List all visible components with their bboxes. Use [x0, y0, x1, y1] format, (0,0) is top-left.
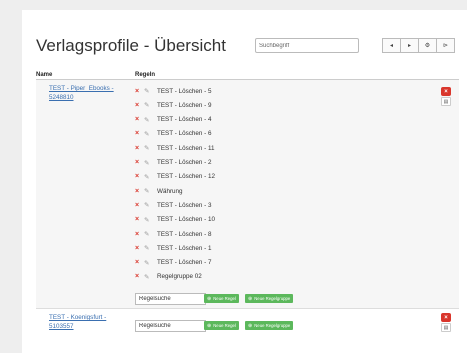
edit-rule-icon[interactable]: ✎ — [144, 259, 157, 267]
rule-item: × ✎ TEST - Löschen - 6 — [135, 129, 211, 139]
delete-profile-button[interactable]: × — [441, 313, 451, 322]
close-icon: × — [444, 314, 448, 321]
edit-rule-icon[interactable]: ✎ — [144, 244, 157, 252]
delete-rule-icon[interactable]: × — [135, 88, 144, 95]
delete-rule-icon[interactable]: × — [135, 188, 144, 195]
rule-item: × ✎ TEST - Löschen - 9 — [135, 100, 211, 110]
column-header-name: Name — [36, 72, 53, 78]
rule-item: × ✎ TEST - Löschen - 8 — [135, 229, 211, 239]
new-group-label: Neue Regelgruppe — [254, 296, 291, 301]
trash-button[interactable]: ▤ — [441, 323, 451, 332]
edit-rule-icon[interactable]: ✎ — [144, 173, 157, 181]
rule-label: TEST - Löschen - 9 — [157, 101, 212, 109]
edit-rule-icon[interactable]: ✎ — [144, 273, 157, 281]
rule-label: TEST - Löschen - 7 — [157, 259, 212, 267]
new-group-label: Neue Regelgruppe — [254, 323, 291, 328]
rule-item: × ✎ Regelgruppe 02 — [135, 272, 202, 282]
rule-label: TEST - Löschen - 10 — [157, 216, 215, 224]
open-button[interactable]: ⊳ — [436, 38, 455, 53]
delete-rule-icon[interactable]: × — [135, 259, 144, 266]
rule-item: × ✎ TEST - Löschen - 3 — [135, 200, 211, 210]
trash-button[interactable]: ▤ — [441, 97, 451, 106]
plus-circle-icon: ⊕ — [207, 322, 212, 329]
edit-rule-icon[interactable]: ✎ — [144, 130, 157, 138]
plus-circle-icon: ⊕ — [248, 295, 253, 302]
rule-label: TEST - Löschen - 8 — [157, 230, 212, 238]
new-rule-group-button[interactable]: ⊕ Neue Regelgruppe — [245, 321, 294, 330]
rule-item: × ✎ TEST - Löschen - 11 — [135, 143, 215, 153]
rule-label: TEST - Löschen - 6 — [157, 130, 212, 138]
rule-label: TEST - Löschen - 3 — [157, 201, 212, 209]
rule-label: TEST - Löschen - 4 — [157, 116, 212, 124]
new-rule-group-button[interactable]: ⊕ Neue Regelgruppe — [245, 294, 294, 303]
rule-item: × ✎ Währung — [135, 186, 183, 196]
gear-icon: ⚙ — [424, 43, 431, 49]
prev-button[interactable]: ◂ — [382, 38, 401, 53]
plus-circle-icon: ⊕ — [248, 322, 253, 329]
profile-row-stripe — [36, 80, 459, 308]
new-rule-button[interactable]: ⊕ Neue Regel — [204, 294, 239, 303]
toolbar-nav: ◂ ▸ ⚙ ⊳ — [382, 38, 455, 53]
new-rule-label: Neue Regel — [213, 323, 236, 328]
delete-rule-icon[interactable]: × — [135, 202, 144, 209]
new-rule-label: Neue Regel — [213, 296, 236, 301]
rule-label: Währung — [157, 187, 183, 195]
plus-circle-icon: ⊕ — [207, 295, 212, 302]
rule-item: × ✎ TEST - Löschen - 5 — [135, 86, 211, 96]
edit-rule-icon[interactable]: ✎ — [144, 230, 157, 238]
rule-label: TEST - Löschen - 12 — [157, 173, 215, 181]
delete-rule-icon[interactable]: × — [135, 273, 144, 280]
rule-item: × ✎ TEST - Löschen - 7 — [135, 258, 211, 268]
rule-search-input[interactable] — [135, 320, 206, 332]
edit-rule-icon[interactable]: ✎ — [144, 87, 157, 95]
new-rule-button[interactable]: ⊕ Neue Regel — [204, 321, 239, 330]
profile-link[interactable]: TEST - Koenigsfurt - 5103557 — [49, 313, 119, 331]
rule-label: TEST - Löschen - 1 — [157, 244, 212, 252]
delete-rule-icon[interactable]: × — [135, 159, 144, 166]
delete-profile-button[interactable]: × — [441, 87, 451, 96]
delete-rule-icon[interactable]: × — [135, 231, 144, 238]
chevron-left-icon: ◂ — [389, 43, 393, 49]
search-input[interactable] — [255, 38, 359, 53]
row-divider — [36, 308, 459, 309]
trash-icon: ▤ — [443, 98, 449, 105]
settings-button[interactable]: ⚙ — [418, 38, 437, 53]
delete-rule-icon[interactable]: × — [135, 173, 144, 180]
delete-rule-icon[interactable]: × — [135, 245, 144, 252]
rule-label: TEST - Löschen - 2 — [157, 159, 212, 166]
rule-item: × ✎ TEST - Löschen - 2 — [135, 158, 211, 168]
chevron-right-icon: ▸ — [407, 43, 411, 49]
column-header-rules: Regeln — [135, 72, 156, 78]
delete-rule-icon[interactable]: × — [135, 130, 144, 137]
trash-icon: ▤ — [443, 324, 449, 331]
edit-rule-icon[interactable]: ✎ — [144, 187, 157, 195]
edit-rule-icon[interactable]: ✎ — [144, 144, 157, 152]
page-title: Verlagsprofile - Übersicht — [36, 36, 226, 55]
profile-link[interactable]: TEST - Piper_Ebooks - 5248810 — [49, 84, 119, 102]
rule-item: × ✎ TEST - Löschen - 12 — [135, 172, 215, 182]
next-button[interactable]: ▸ — [400, 38, 419, 53]
edit-rule-icon[interactable]: ✎ — [144, 116, 157, 124]
delete-rule-icon[interactable]: × — [135, 216, 144, 223]
delete-rule-icon[interactable]: × — [135, 145, 144, 152]
rule-search-input[interactable] — [135, 293, 206, 305]
rule-label: TEST - Löschen - 11 — [157, 144, 215, 152]
delete-rule-icon[interactable]: × — [135, 102, 144, 109]
folder-open-icon: ⊳ — [442, 43, 449, 49]
edit-rule-icon[interactable]: ✎ — [144, 201, 157, 209]
rule-item: × ✎ TEST - Löschen - 10 — [135, 215, 215, 225]
rule-item: × ✎ TEST - Löschen - 4 — [135, 115, 211, 125]
rule-label: TEST - Löschen - 5 — [157, 87, 212, 95]
close-icon: × — [444, 88, 448, 95]
delete-rule-icon[interactable]: × — [135, 116, 144, 123]
rule-label: Regelgruppe 02 — [157, 273, 202, 281]
edit-rule-icon[interactable]: ✎ — [144, 216, 157, 224]
edit-rule-icon[interactable]: ✎ — [144, 159, 157, 167]
edit-rule-icon[interactable]: ✎ — [144, 101, 157, 109]
rule-item: × ✎ TEST - Löschen - 1 — [135, 243, 211, 253]
